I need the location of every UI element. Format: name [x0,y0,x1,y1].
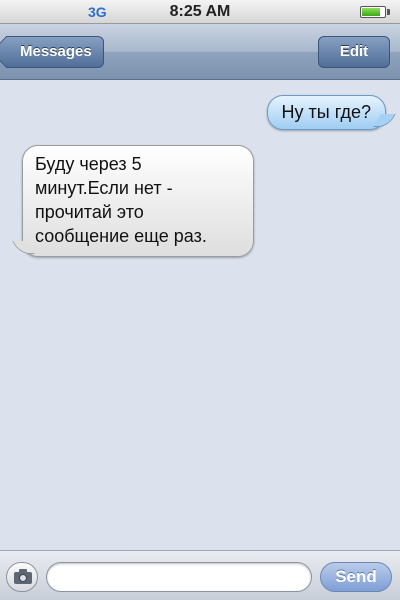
back-to-messages-button[interactable]: Messages [0,36,104,68]
camera-button[interactable] [6,562,38,592]
outgoing-message-bubble: Ну ты где? [266,95,386,130]
back-button-label: Messages [20,43,92,60]
send-button[interactable]: Send [320,562,392,592]
battery-icon [360,6,390,18]
back-arrow-icon [0,36,22,68]
navigation-bar: Messages Edit [0,24,400,80]
status-time: 8:25 AM [169,3,231,20]
camera-icon [14,569,32,584]
battery-level-fill [362,8,380,16]
status-bar: 3G 8:25 AM [0,0,400,24]
message-input[interactable] [46,562,312,592]
incoming-message-bubble: Буду через 5 минут.Если нет - прочитай э… [22,145,254,257]
edit-button[interactable]: Edit [318,36,390,68]
conversation-thread[interactable]: Ну ты где? Буду через 5 минут.Если нет -… [0,81,400,549]
message-compose-bar: Send [0,550,400,600]
